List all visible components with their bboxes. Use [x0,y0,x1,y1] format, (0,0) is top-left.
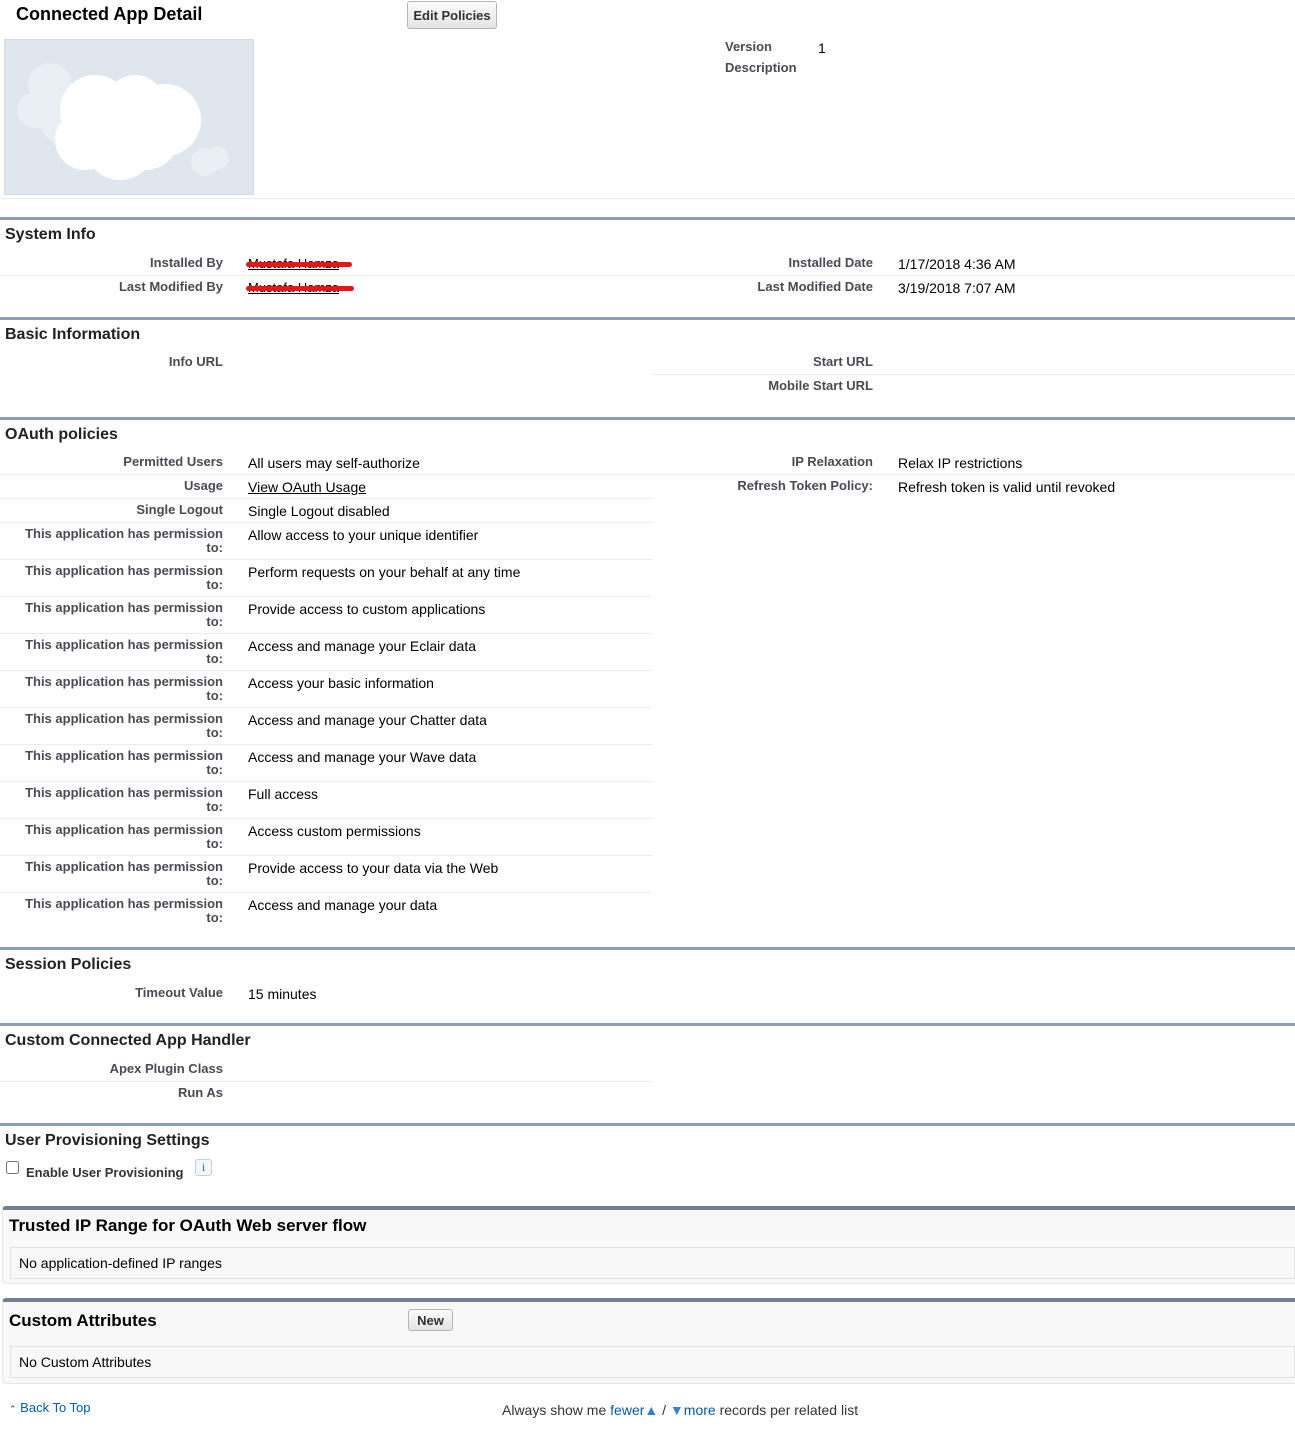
triangle-down-icon[interactable]: ▼ [670,1402,684,1418]
installed-by-label: Installed By [150,255,223,270]
permitted-users-value: All users may self-authorize [248,455,420,471]
start-url-label: Start URL [813,354,873,369]
page-title: Connected App Detail [16,4,203,24]
last-modified-by-link[interactable]: Mustafa Hamza [246,280,354,295]
ip-relaxation-value: Relax IP restrictions [898,455,1023,471]
back-to-top-link[interactable]: ⌃ Back To Top [9,1400,91,1415]
trusted-ip-panel: Trusted IP Range for OAuth Web server fl… [2,1206,1295,1284]
installed-by-link[interactable]: Mustafa Hamza [246,256,352,271]
single-logout-label: Single Logout [136,502,223,517]
permission-value: Allow access to your unique identifier [248,527,479,543]
description-label: Description [725,60,797,75]
permission-label: This application has permission to: [25,822,223,851]
permission-value: Access your basic information [248,675,434,691]
single-logout-value: Single Logout disabled [248,503,390,519]
view-oauth-usage-link[interactable]: View OAuth Usage [248,479,366,495]
last-modified-by-label: Last Modified By [118,279,223,294]
permission-label: This application has permission to: [25,785,223,814]
edit-policies-button[interactable]: Edit Policies [407,1,497,29]
enable-user-provisioning-checkbox[interactable] [6,1161,19,1174]
ip-relaxation-label: IP Relaxation [791,454,873,469]
section-user-provisioning: User Provisioning Settings [5,1132,210,1149]
refresh-token-policy-value: Refresh token is valid until revoked [898,479,1116,495]
run-as-label: Run As [177,1085,223,1100]
version-label: Version [725,39,772,54]
installed-date-label: Installed Date [788,255,873,270]
section-custom-handler: Custom Connected App Handler [5,1032,251,1049]
caret-up-icon: ⌃ [9,1404,17,1414]
version-value: 1 [818,40,826,56]
permission-label: This application has permission to: [25,711,223,740]
permission-label: This application has permission to: [25,600,223,629]
timeout-value: 15 minutes [248,986,317,1002]
permission-value: Access custom permissions [248,823,421,839]
last-modified-date-value: 3/19/2018 7:07 AM [898,280,1016,296]
app-logo [4,39,254,195]
permission-value: Access and manage your Wave data [248,749,477,765]
more-link[interactable]: more [684,1402,716,1418]
custom-attributes-title: Custom Attributes [9,1311,157,1330]
permission-label: This application has permission to: [25,563,223,592]
permission-value: Access and manage your Chatter data [248,712,487,728]
permission-value: Access and manage your data [248,897,438,913]
permission-label: This application has permission to: [25,859,223,888]
section-oauth-policies: OAuth policies [5,426,118,443]
permission-value: Perform requests on your behalf at any t… [248,564,521,580]
section-basic-information: Basic Information [5,326,141,343]
permission-label: This application has permission to: [25,637,223,666]
permission-value: Provide access to your data via the Web [248,860,499,876]
section-divider [0,217,1295,220]
cloud-icon [17,63,229,180]
timeout-label: Timeout Value [135,985,223,1000]
triangle-up-icon[interactable]: ▲ [644,1402,658,1418]
trusted-ip-title: Trusted IP Range for OAuth Web server fl… [9,1216,367,1235]
enable-user-provisioning-label: Enable User Provisioning [26,1165,184,1180]
trusted-ip-empty: No application-defined IP ranges [10,1247,1295,1279]
mobile-start-url-label: Mobile Start URL [768,378,873,393]
custom-attributes-empty: No Custom Attributes [10,1346,1295,1378]
permitted-users-label: Permitted Users [123,454,223,469]
records-per-list: Always show me fewer▲ / ▼more records pe… [502,1402,859,1418]
permission-value: Provide access to custom applications [248,601,486,617]
info-url-label: Info URL [168,354,223,369]
info-icon[interactable]: i [195,1159,212,1176]
installed-date-value: 1/17/2018 4:36 AM [898,256,1016,272]
refresh-token-policy-label: Refresh Token Policy: [737,478,873,493]
section-divider [0,417,1295,420]
section-divider [0,317,1295,320]
permission-label: This application has permission to: [25,526,223,555]
last-modified-date-label: Last Modified Date [757,279,873,294]
new-custom-attribute-button[interactable]: New [408,1309,453,1331]
section-divider [0,1123,1295,1126]
section-divider [0,947,1295,950]
section-session-policies: Session Policies [5,956,132,973]
section-divider [0,1023,1295,1026]
permission-label: This application has permission to: [25,896,223,925]
permission-label: This application has permission to: [25,674,223,703]
apex-plugin-class-label: Apex Plugin Class [109,1061,223,1076]
custom-attributes-panel: Custom Attributes New No Custom Attribut… [2,1298,1295,1384]
permission-value: Full access [248,786,319,802]
section-system-info: System Info [5,226,96,243]
permission-label: This application has permission to: [25,748,223,777]
permission-value: Access and manage your Eclair data [248,638,477,654]
fewer-link[interactable]: fewer [610,1402,644,1418]
usage-label: Usage [183,478,223,493]
